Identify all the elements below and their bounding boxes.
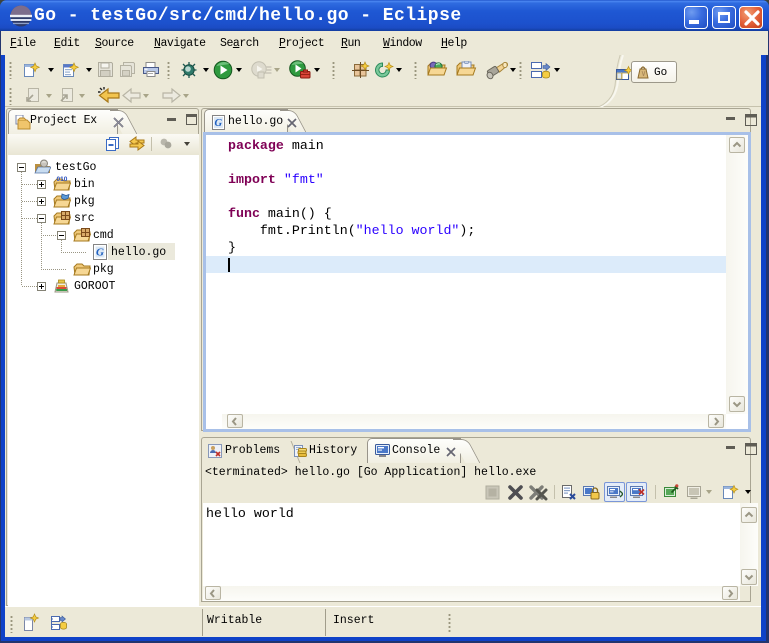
svg-text:010: 010 (57, 176, 68, 183)
svg-text:G: G (215, 118, 223, 129)
svg-text:G: G (96, 247, 104, 259)
